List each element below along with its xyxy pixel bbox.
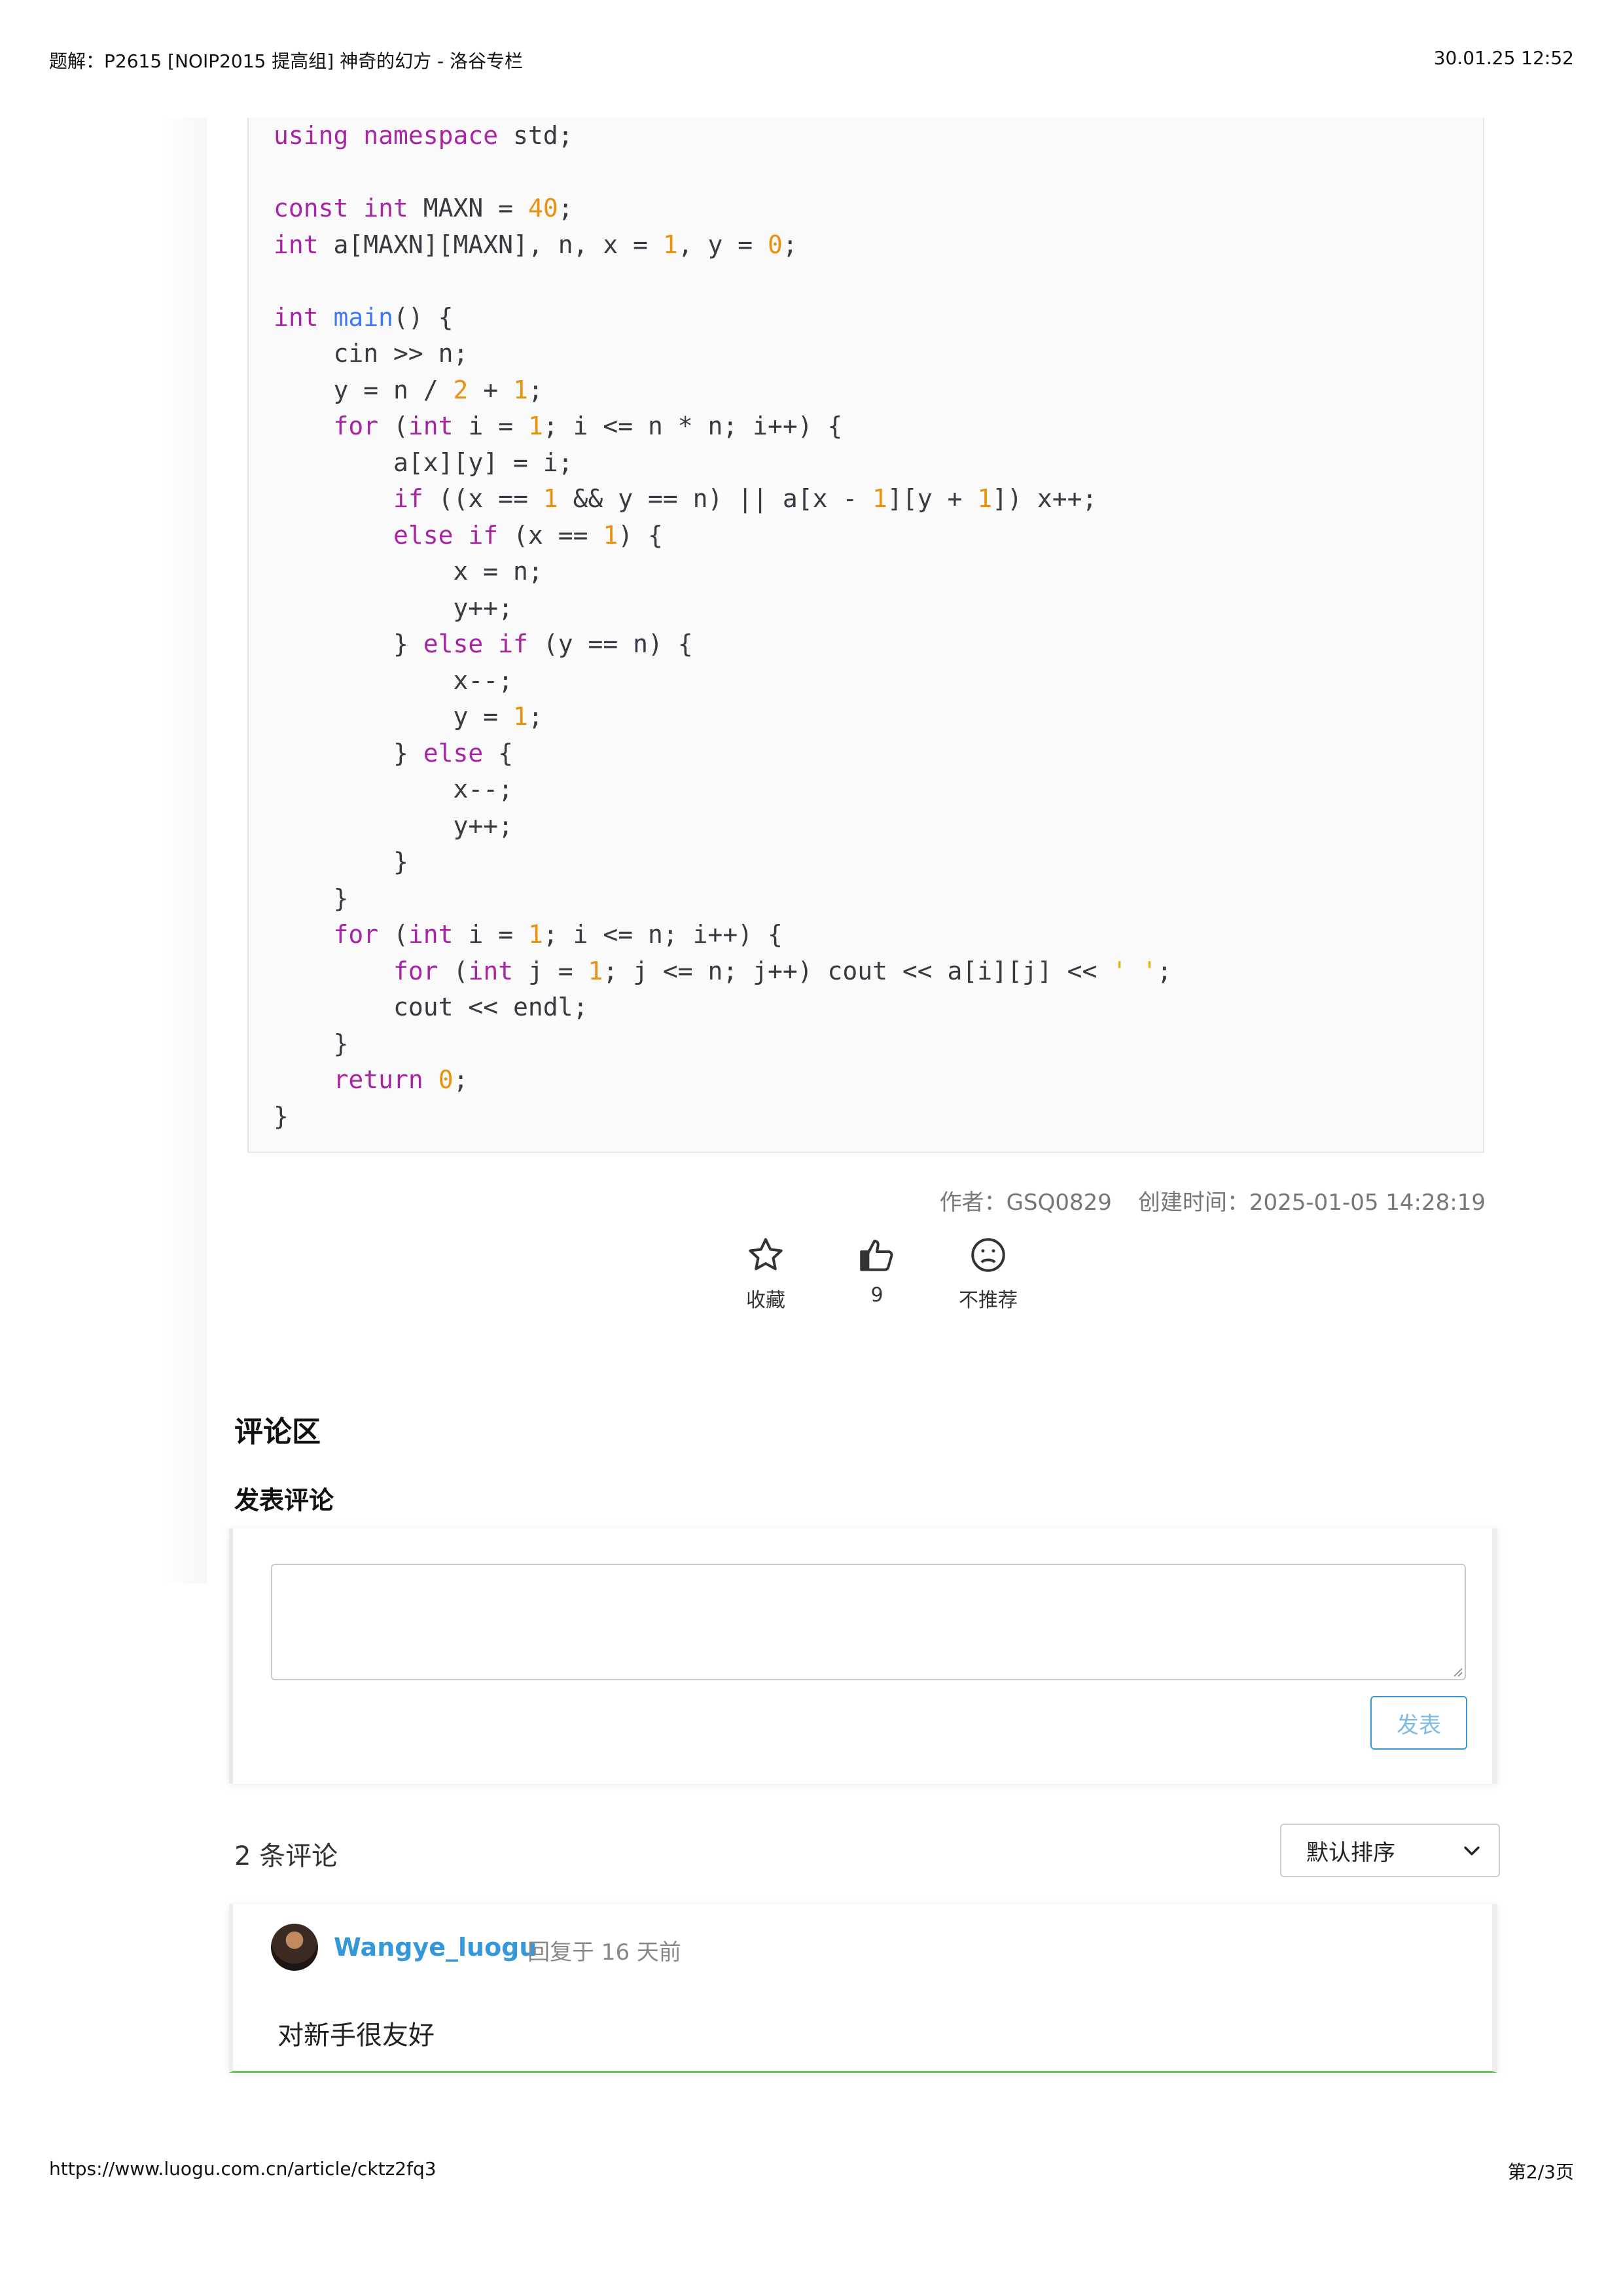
- comment-item: Wangye_luogu 回复于 16 天前 对新手很友好: [229, 1904, 1497, 2073]
- favorite-button[interactable]: 收藏: [733, 1235, 798, 1313]
- code-line: y = n / 2 + 1;: [274, 375, 543, 404]
- print-datetime: 30.01.25 12:52: [1433, 47, 1574, 69]
- article-meta: 作者：GSQ0829 创建时间：2025-01-05 14:28:19: [940, 1184, 1486, 1216]
- star-icon: [749, 1238, 783, 1271]
- code-line: }: [274, 847, 408, 876]
- print-title: 题解：P2615 [NOIP2015 提高组] 神奇的幻方 - 洛谷专栏: [49, 50, 523, 72]
- compose-title: 发表评论: [234, 1486, 334, 1515]
- code-line: return 0;: [333, 1065, 469, 1094]
- print-header: 题解：P2615 [NOIP2015 提高组] 神奇的幻方 - 洛谷专栏 30.…: [49, 47, 1574, 73]
- print-url: https://www.luogu.com.cn/article/cktz2fq…: [49, 2158, 437, 2180]
- resize-grip-icon[interactable]: [1450, 1665, 1463, 1678]
- code-line: int main() {: [274, 302, 454, 332]
- like-button[interactable]: 9: [844, 1235, 910, 1313]
- code-line: x--;: [274, 775, 514, 804]
- code-line: using namespace std;: [274, 121, 573, 150]
- print-page-number: 第2/3页: [1507, 2161, 1574, 2183]
- comment-time: 回复于 16 天前: [527, 1939, 681, 1966]
- code-line: } else {: [274, 738, 514, 768]
- code-line: if ((x == 1 && y == n) || a[x - 1][y + 1…: [393, 484, 1097, 513]
- sort-select[interactable]: 默认排序: [1280, 1824, 1500, 1877]
- author-label: 作者：GSQ0829: [939, 1190, 1112, 1216]
- avatar[interactable]: [271, 1924, 318, 1971]
- code-line: for (int i = 1; i <= n * n; i++) {: [333, 412, 843, 440]
- comment-input[interactable]: [271, 1564, 1466, 1680]
- favorite-label: 收藏: [746, 1289, 785, 1312]
- code-line: } else if (y == n) {: [274, 629, 693, 658]
- article-shadow: [161, 118, 207, 1583]
- comment-text: 对新手很友好: [277, 2021, 435, 2051]
- created-time: 创建时间：2025-01-05 14:28:19: [1137, 1190, 1486, 1216]
- code-line: for (int i = 1; i <= n; i++) {: [333, 920, 783, 949]
- code-line: }: [274, 1029, 349, 1058]
- sort-selected-value: 默认排序: [1306, 1839, 1395, 1866]
- code-line: int a[MAXN][MAXN], n, x = 1, y = 0;: [274, 230, 798, 259]
- like-count: 9: [870, 1284, 883, 1307]
- dislike-label: 不推荐: [959, 1289, 1018, 1312]
- code-line: for (int j = 1; j <= n; j++) cout << a[i…: [393, 956, 1172, 985]
- submit-comment-button[interactable]: 发表: [1370, 1696, 1467, 1750]
- frown-icon: [971, 1238, 1005, 1272]
- code-line: x = n;: [274, 557, 543, 586]
- code-line: else if (x == 1) {: [393, 520, 663, 550]
- code-line: y = 1;: [274, 702, 543, 731]
- dislike-button[interactable]: 不推荐: [955, 1235, 1021, 1313]
- print-footer: https://www.luogu.com.cn/article/cktz2fq…: [49, 2158, 1574, 2184]
- code-line: const int MAXN = 40;: [274, 194, 573, 222]
- compose-card: 发表: [229, 1528, 1497, 1784]
- comments-count: 2 条评论: [234, 1841, 338, 1871]
- comment-username[interactable]: Wangye_luogu: [334, 1933, 537, 1962]
- chevron-down-icon: [1464, 1846, 1480, 1856]
- article-actions: 收藏 9 不推荐: [733, 1235, 1021, 1313]
- code-block: using namespace std; const int MAXN = 40…: [247, 118, 1484, 1153]
- code-line: x--;: [274, 665, 514, 695]
- code-line: cout << endl;: [274, 993, 588, 1021]
- code-content: using namespace std; const int MAXN = 40…: [274, 118, 1172, 1135]
- code-line: cin >> n;: [274, 339, 469, 368]
- code-line: y++;: [274, 811, 514, 840]
- code-line: }: [274, 1101, 289, 1131]
- code-line: }: [274, 883, 349, 913]
- thumbs-up-icon: [860, 1239, 893, 1271]
- comments-section-title: 评论区: [234, 1415, 321, 1449]
- code-line: y++;: [274, 593, 514, 622]
- code-line: a[x][y] = i;: [274, 448, 573, 477]
